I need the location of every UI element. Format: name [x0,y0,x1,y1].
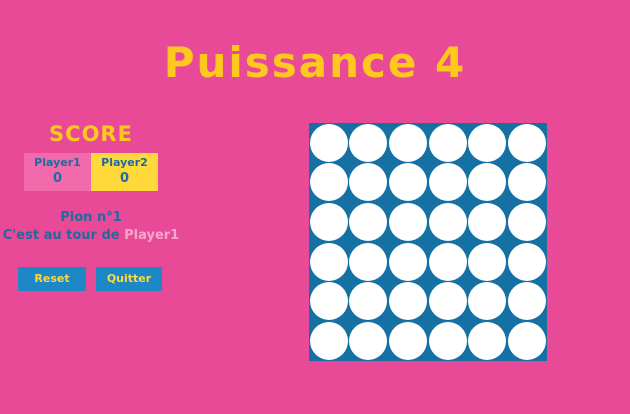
board-cell[interactable] [349,282,389,322]
disc-slot-empty [428,203,467,242]
disc-slot-empty [428,163,467,202]
board-cell[interactable] [507,123,547,163]
score-table: Player1 0 Player2 0 [24,153,158,191]
disc-slot-empty [309,203,348,242]
disc-slot-empty [508,203,547,242]
board-cell[interactable] [507,202,547,242]
disc-slot-empty [349,123,388,162]
disc-slot-empty [309,282,348,321]
turn-prefix: C'est au tour de [2,228,125,243]
disc-slot-empty [389,322,428,361]
disc-slot-empty [389,242,428,281]
quit-button[interactable]: Quitter [96,267,162,291]
player2-score: 0 [119,171,130,186]
disc-slot-empty [508,322,547,361]
board-cell[interactable] [428,321,468,361]
disc-slot-empty [389,203,428,242]
board-cell[interactable] [428,163,468,203]
disc-slot-empty [389,123,428,162]
board-cell[interactable] [428,123,468,163]
disc-slot-empty [389,163,428,202]
disc-slot-empty [349,242,388,281]
board-cell[interactable] [468,282,508,322]
board-cell[interactable] [349,123,389,163]
board-cell[interactable] [468,321,508,361]
board-cell[interactable] [388,282,428,322]
game-title: Puissance 4 [163,38,467,87]
board-cell[interactable] [388,123,428,163]
board-cell[interactable] [349,321,389,361]
disc-slot-empty [428,282,467,321]
board-cell[interactable] [309,163,349,203]
board-cell[interactable] [507,163,547,203]
disc-slot-empty [468,163,507,202]
disc-slot-empty [468,123,507,162]
player1-score: 0 [52,171,63,186]
disc-slot-empty [468,282,507,321]
board-cell[interactable] [468,163,508,203]
player2-name: Player2 [101,156,148,169]
board-cell[interactable] [309,123,349,163]
disc-slot-empty [508,123,547,162]
disc-slot-empty [309,123,348,162]
board-cell[interactable] [507,282,547,322]
board-cell[interactable] [388,242,428,282]
board-cell[interactable] [428,202,468,242]
board-cell[interactable] [428,242,468,282]
board-cell[interactable] [428,282,468,322]
disc-slot-empty [309,242,348,281]
disc-slot-empty [428,123,467,162]
disc-slot-empty [428,322,467,361]
disc-slot-empty [468,322,507,361]
turn-indicator: C'est au tour de Player1 [0,228,182,243]
disc-slot-empty [508,282,547,321]
disc-slot-empty [508,163,547,202]
game-board [309,123,547,361]
player2-score-cell: Player2 0 [91,153,158,191]
player1-name: Player1 [34,156,81,169]
board-cell[interactable] [349,202,389,242]
disc-slot-empty [349,322,388,361]
disc-slot-empty [309,163,348,202]
board-cell[interactable] [349,242,389,282]
board-cell[interactable] [468,242,508,282]
pion-counter: Pion n°1 [60,210,122,225]
board-cell[interactable] [309,202,349,242]
disc-slot-empty [428,242,467,281]
disc-slot-empty [309,322,348,361]
player1-score-cell: Player1 0 [24,153,91,191]
disc-slot-empty [508,242,547,281]
current-player-name: Player1 [124,228,180,243]
board-cell[interactable] [309,282,349,322]
board-cell[interactable] [468,123,508,163]
board-cell[interactable] [388,202,428,242]
score-heading: SCORE [49,122,133,146]
board-cell[interactable] [468,202,508,242]
disc-slot-empty [468,242,507,281]
board-cell[interactable] [309,242,349,282]
board-cell[interactable] [309,321,349,361]
board-cell[interactable] [349,163,389,203]
reset-button[interactable]: Reset [18,267,86,291]
disc-slot-empty [349,163,388,202]
disc-slot-empty [349,282,388,321]
disc-slot-empty [389,282,428,321]
board-cell[interactable] [388,163,428,203]
disc-slot-empty [349,203,388,242]
disc-slot-empty [468,203,507,242]
board-cell[interactable] [507,242,547,282]
board-cell[interactable] [388,321,428,361]
board-cell[interactable] [507,321,547,361]
